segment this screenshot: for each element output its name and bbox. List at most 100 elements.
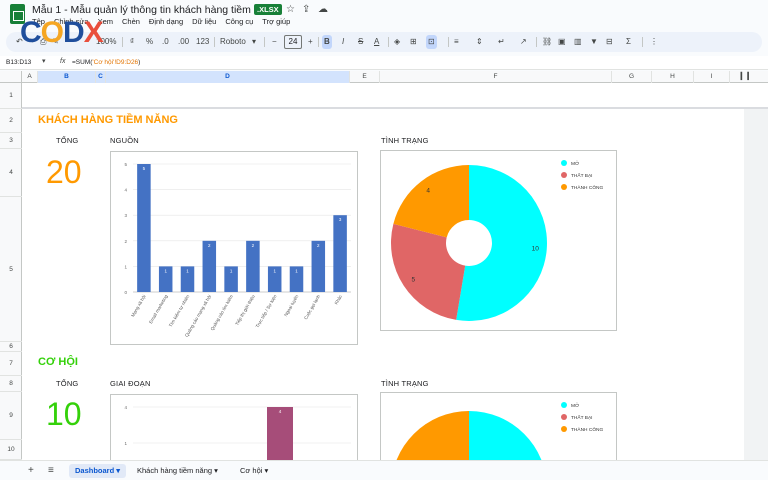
more-options-icon[interactable]: ⋮	[650, 35, 658, 49]
chevron-down-icon[interactable]: ▾	[116, 466, 120, 475]
toolbar-divider	[264, 37, 265, 47]
x-tick-label: Khác	[334, 293, 344, 305]
title-bar: Mẫu 1 - Mẫu quản lý thông tin khách hàng…	[0, 0, 768, 30]
insert-link-icon[interactable]: ⛓	[542, 35, 552, 49]
column-header-i[interactable]: I	[694, 71, 730, 83]
frozen-row-divider[interactable]	[22, 107, 768, 109]
name-box[interactable]: B13:D13	[6, 59, 31, 66]
column-header-b[interactable]: B	[38, 71, 96, 83]
legend-swatch	[561, 402, 567, 408]
column-header-h[interactable]: H	[652, 71, 694, 83]
decrease-decimal-button[interactable]: .0	[162, 35, 169, 49]
formula-input[interactable]: =SUM('Cơ hội'!D9:D26)	[72, 59, 140, 66]
functions-icon[interactable]: Σ	[626, 35, 631, 49]
y-tick-label: 2	[124, 239, 127, 244]
legend-label: THÀNH CÔNG	[571, 426, 604, 433]
row-header[interactable]: 4	[0, 149, 22, 197]
row-header[interactable]: 10	[0, 440, 22, 460]
menu-format[interactable]: Định dạng	[149, 17, 183, 29]
more-formats-button[interactable]: 123	[196, 35, 209, 49]
stage-bar-chart-svg: 144	[124, 405, 351, 460]
percent-format-button[interactable]: %	[146, 35, 153, 49]
source-chart-label: NGUỒN	[110, 136, 139, 145]
freeze-handle-icon[interactable]: ❙❙	[738, 69, 751, 83]
filter-views-icon[interactable]: ⊟	[606, 35, 613, 49]
menu-tools[interactable]: Công cụ	[225, 17, 253, 29]
tab-leads[interactable]: Khách hàng tiềm năng ▾	[131, 464, 224, 478]
text-rotate-icon[interactable]: ↗	[520, 35, 527, 49]
row-header[interactable]: 1	[0, 83, 22, 109]
row-header[interactable]: 8	[0, 376, 22, 392]
x-tick-label: Tìm kiếm tự nhiên	[168, 294, 191, 328]
add-sheet-icon[interactable]: +	[28, 465, 34, 476]
column-header-f[interactable]: F	[380, 71, 612, 83]
star-icon[interactable]: ☆	[286, 4, 295, 15]
stage-bar-chart[interactable]: 144	[110, 394, 358, 460]
font-family-select[interactable]: Roboto	[220, 35, 246, 49]
row-header[interactable]: 9	[0, 392, 22, 440]
text-wrap-icon[interactable]: ↵	[498, 35, 505, 49]
move-folder-icon[interactable]: ⇪	[302, 4, 310, 15]
row-header[interactable]: 5	[0, 197, 22, 342]
insert-comment-icon[interactable]: ▣	[558, 35, 566, 49]
horizontal-align-icon[interactable]: ≡	[454, 35, 459, 49]
filter-icon[interactable]: ▼	[590, 35, 598, 49]
logo-letter: X	[83, 16, 104, 49]
row-header[interactable]: 7	[0, 352, 22, 376]
text-color-button[interactable]: A	[374, 35, 379, 49]
source-bar-chart[interactable]: 0 1 2 3 4 5 5 Mạng xã hội 1 Email marketing 1 Tìm k…	[110, 151, 358, 345]
currency-format-button[interactable]: ₫	[130, 35, 134, 49]
column-header-e[interactable]: E	[350, 71, 380, 83]
merge-cells-icon[interactable]: ⊡	[426, 35, 437, 49]
y-tick-label: 5	[124, 162, 127, 167]
vertical-align-icon[interactable]: ⇕	[476, 35, 483, 49]
status2-pie-chart[interactable]: MỞ THẤT BẠI THÀNH CÔNG	[380, 392, 617, 460]
total-opportunities-value: 10	[46, 396, 82, 432]
donut-slice	[456, 165, 547, 321]
row-header[interactable]: 2	[0, 109, 22, 133]
font-size-input[interactable]: 24	[284, 35, 302, 49]
tab-dashboard[interactable]: Dashboard ▾	[69, 464, 127, 478]
column-header-c[interactable]: C	[96, 71, 106, 83]
column-header-g[interactable]: G	[612, 71, 652, 83]
legend-label: THẤT BẠI	[571, 414, 593, 421]
strikethrough-button[interactable]: S	[358, 35, 363, 49]
legend-swatch	[561, 414, 567, 420]
tab-label: Cơ hội	[240, 466, 263, 475]
bold-button[interactable]: B	[322, 35, 332, 49]
increase-font-size-button[interactable]: +	[308, 35, 313, 49]
increase-decimal-button[interactable]: .00	[178, 35, 189, 49]
chevron-down-icon[interactable]: ▾	[42, 56, 46, 68]
italic-button[interactable]: I	[342, 35, 344, 49]
document-title[interactable]: Mẫu 1 - Mẫu quản lý thông tin khách hàng…	[32, 4, 277, 16]
row-headers: 1 2 3 4 5 6 7 8 9 10	[0, 83, 22, 460]
pie-slice	[469, 411, 542, 460]
chevron-down-icon[interactable]: ▾	[265, 466, 269, 475]
source-bar-chart-svg: 0123455Mạng xã hội1Email marketing1Tìm k…	[124, 162, 351, 338]
borders-icon[interactable]: ⊞	[410, 35, 417, 49]
row-header[interactable]: 3	[0, 133, 22, 149]
select-all-corner[interactable]	[0, 71, 22, 83]
menu-insert[interactable]: Chèn	[122, 17, 140, 29]
all-sheets-icon[interactable]: ≡	[48, 465, 54, 476]
total-label: TỔNG	[56, 136, 79, 145]
formula-args: 'Cơ hội'!D9:D26	[92, 59, 139, 66]
menu-data[interactable]: Dữ liệu	[192, 17, 216, 29]
menu-help[interactable]: Trợ giúp	[262, 17, 290, 29]
fill-color-icon[interactable]: ◈	[394, 35, 400, 49]
chevron-down-icon[interactable]: ▾	[214, 466, 218, 475]
y-tick-label: 3	[124, 213, 127, 218]
row-header[interactable]: 6	[0, 342, 22, 352]
grid-margin	[744, 109, 768, 460]
chevron-down-icon[interactable]: ▾	[252, 35, 256, 49]
column-header-a[interactable]: A	[22, 71, 38, 83]
sheet-grid[interactable]: KHÁCH HÀNG TIỀM NĂNG TỔNG 20 NGUỒN TÌNH …	[22, 83, 768, 460]
formula-prefix: =SUM(	[72, 59, 93, 66]
decrease-font-size-button[interactable]: −	[272, 35, 277, 49]
status-donut-chart[interactable]: 10 5 4 MỞ THẤT BẠI THÀNH CÔNG	[380, 150, 617, 331]
column-header-d[interactable]: D	[106, 71, 350, 83]
status2-pie-chart-svg: MỞ THẤT BẠI THÀNH CÔNG	[396, 402, 604, 460]
cloud-status-icon[interactable]: ☁	[318, 4, 328, 15]
insert-chart-icon[interactable]: ▥	[574, 35, 582, 49]
tab-opportunities[interactable]: Cơ hội ▾	[234, 464, 274, 478]
